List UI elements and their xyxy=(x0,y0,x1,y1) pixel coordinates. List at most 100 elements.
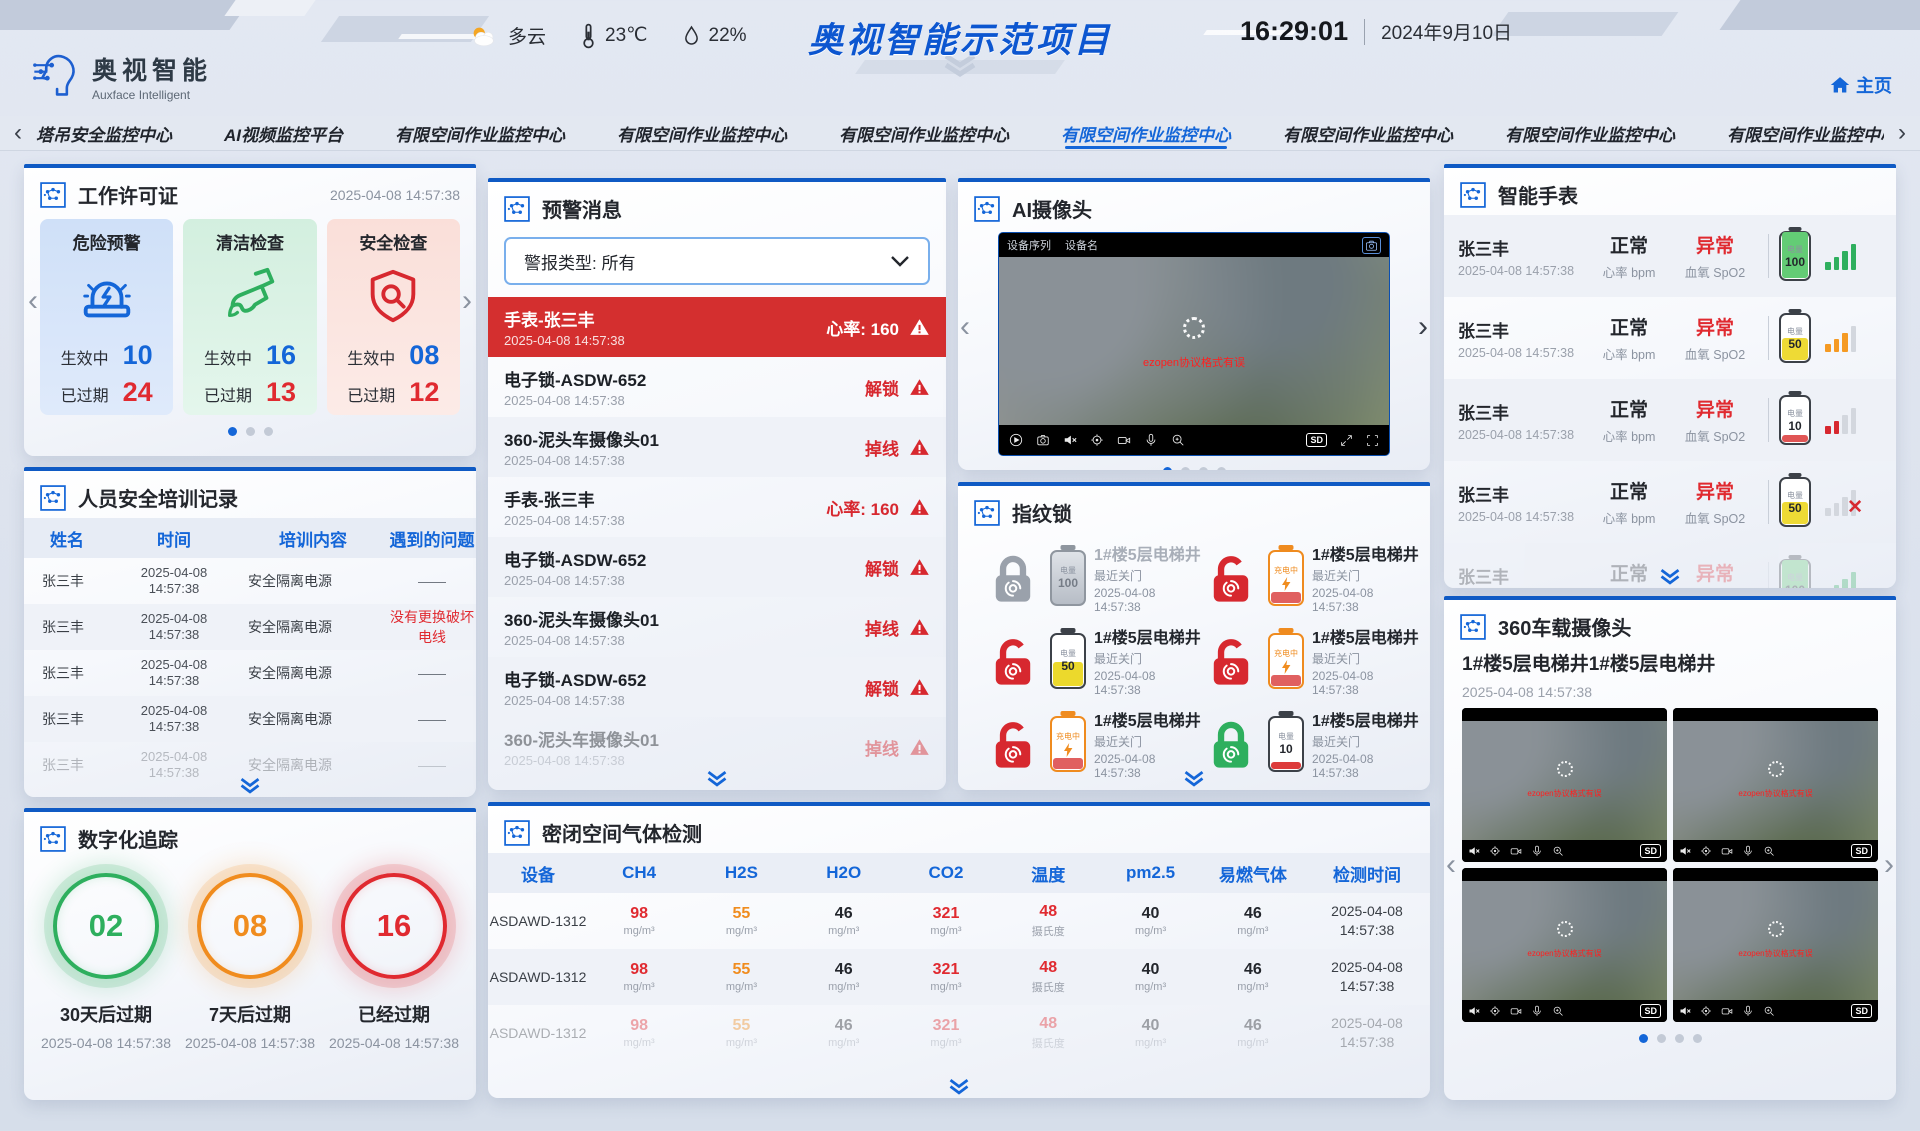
gas-table-row[interactable]: ASDAWD-1312 98mg/m³55mg/m³46mg/m³321mg/m… xyxy=(488,1005,1430,1061)
mute-button[interactable] xyxy=(1679,1005,1691,1017)
alert-item[interactable]: 手表-张三丰 2025-04-08 14:57:38 心率: 160 xyxy=(488,477,946,537)
carousel-dot[interactable] xyxy=(1199,467,1208,470)
fingerprint-lock-item[interactable]: 充电中 1#楼5层电梯井 最近关门 2025-04-08 14:57:38 xyxy=(1202,541,1420,614)
vehicle-camera-tile[interactable]: ezopen协议格式有误 SD xyxy=(1673,868,1878,1022)
expand-more-button[interactable] xyxy=(946,1078,972,1095)
watch-row[interactable]: 张三丰 2025-04-08 14:57:38 正常 心率 bpm 异常 血氧 … xyxy=(1444,215,1896,297)
carousel-next-arrow[interactable]: › xyxy=(1418,312,1428,342)
alert-item[interactable]: 360-泥头车摄像头01 2025-04-08 14:57:38 掉线 xyxy=(488,597,946,657)
mute-button[interactable] xyxy=(1679,845,1691,857)
record-button[interactable] xyxy=(1117,433,1131,447)
permit-card[interactable]: 清洁检查 生效中16 已过期13 xyxy=(183,219,316,415)
carousel-next-arrow[interactable]: › xyxy=(1884,850,1894,880)
gas-table-row[interactable]: ASDAWD-1312 98mg/m³55mg/m³46mg/m³321mg/m… xyxy=(488,893,1430,949)
zoom-button[interactable] xyxy=(1552,845,1564,857)
mic-button[interactable] xyxy=(1144,433,1158,447)
vehicle-camera-tile[interactable]: ezopen协议格式有误 SD xyxy=(1462,868,1667,1022)
ai-camera-player[interactable]: 设备序列 设备名 ezopen协议格式有误 xyxy=(999,233,1389,455)
record-button[interactable] xyxy=(1721,845,1733,857)
nav-tab[interactable]: AI视频监控平台 xyxy=(224,116,343,150)
watch-row[interactable]: 张三丰 2025-04-08 14:57:38 正常 心率 bpm 异常 血氧 … xyxy=(1444,379,1896,461)
permit-card[interactable]: 危险预警 生效中10 已过期24 xyxy=(40,219,173,415)
nav-scroll-left[interactable]: ‹ xyxy=(0,118,36,148)
watch-row[interactable]: 张三丰 2025-04-08 14:57:38 正常 心率 bpm 异常 血氧 … xyxy=(1444,297,1896,379)
watch-row[interactable]: 张三丰 2025-04-08 14:57:38 正常 心率 bpm 异常 血氧 … xyxy=(1444,461,1896,543)
carousel-dot[interactable] xyxy=(264,427,273,436)
record-button[interactable] xyxy=(1721,1005,1733,1017)
training-table-row[interactable]: 张三丰 2025-04-0814:57:38 安全隔离电源 没有更换破坏电线 xyxy=(24,604,476,650)
carousel-dot[interactable] xyxy=(246,427,255,436)
fingerprint-lock-item[interactable]: 电量 100 1#楼5层电梯井 最近关门 2025-04-08 14:57:38 xyxy=(984,541,1202,614)
expand-more-button[interactable] xyxy=(237,777,263,794)
carousel-prev-arrow[interactable]: ‹ xyxy=(960,312,970,342)
carousel-dot[interactable] xyxy=(1181,467,1190,470)
carousel-dot[interactable] xyxy=(1693,1034,1702,1043)
alert-item[interactable]: 电子锁-ASDW-652 2025-04-08 14:57:38 解锁 xyxy=(488,657,946,717)
training-table-row[interactable]: 张三丰 2025-04-0814:57:38 安全隔离电源 —— xyxy=(24,558,476,604)
ptz-button[interactable] xyxy=(1489,845,1501,857)
nav-tab[interactable]: 有限空间作业监控中心 xyxy=(839,116,1009,150)
snapshot-button[interactable] xyxy=(1362,237,1381,254)
training-table-row[interactable]: 张三丰 2025-04-0814:57:38 安全隔离电源 —— xyxy=(24,696,476,742)
carousel-dot[interactable] xyxy=(1675,1034,1684,1043)
zoom-button[interactable] xyxy=(1763,845,1775,857)
carousel-next-arrow[interactable]: › xyxy=(462,286,472,316)
mic-button[interactable] xyxy=(1531,845,1543,857)
carousel-dot[interactable] xyxy=(1657,1034,1666,1043)
nav-tab[interactable]: 有限空间作业监控中心 xyxy=(395,116,565,150)
ptz-button[interactable] xyxy=(1700,845,1712,857)
carousel-prev-arrow[interactable]: ‹ xyxy=(1446,850,1456,880)
resize-button[interactable] xyxy=(1340,434,1353,447)
sd-quality-button[interactable]: SD xyxy=(1851,1004,1872,1018)
gas-table-row[interactable]: ASDAWD-1312 98mg/m³55mg/m³46mg/m³321mg/m… xyxy=(488,949,1430,1005)
training-table-row[interactable]: 张三丰 2025-04-0814:57:38 安全隔离电源 —— xyxy=(24,650,476,696)
alert-item[interactable]: 360-泥头车摄像头01 2025-04-08 14:57:38 掉线 xyxy=(488,417,946,477)
ptz-button[interactable] xyxy=(1090,433,1104,447)
expand-more-button[interactable] xyxy=(704,770,730,787)
mute-button[interactable] xyxy=(1468,845,1480,857)
mute-button[interactable] xyxy=(1468,1005,1480,1017)
ptz-button[interactable] xyxy=(1489,1005,1501,1017)
sd-quality-button[interactable]: SD xyxy=(1851,844,1872,858)
nav-tab[interactable]: 有限空间作业监控中心 xyxy=(1727,116,1884,150)
fingerprint-lock-item[interactable]: 充电中 1#楼5层电梯井 最近关门 2025-04-08 14:57:38 xyxy=(984,707,1202,780)
alert-item[interactable]: 手表-张三丰 2025-04-08 14:57:38 心率: 160 xyxy=(488,297,946,357)
record-button[interactable] xyxy=(1510,1005,1522,1017)
alert-item[interactable]: 360-泥头车摄像头01 2025-04-08 14:57:38 掉线 xyxy=(488,717,946,777)
nav-tab[interactable]: 有限空间作业监控中心 xyxy=(1505,116,1675,150)
permit-card[interactable]: 安全检查 生效中08 已过期12 xyxy=(327,219,460,415)
mic-button[interactable] xyxy=(1531,1005,1543,1017)
sd-quality-button[interactable]: SD xyxy=(1640,844,1661,858)
ptz-button[interactable] xyxy=(1700,1005,1712,1017)
snapshot-camera-button[interactable] xyxy=(1036,433,1050,447)
expand-more-button[interactable] xyxy=(1657,568,1683,585)
zoom-button[interactable] xyxy=(1763,1005,1775,1017)
nav-tab[interactable]: 有限空间作业监控中心 xyxy=(617,116,787,150)
play-button[interactable] xyxy=(1009,433,1023,447)
mic-button[interactable] xyxy=(1742,1005,1754,1017)
nav-tab[interactable]: 有限空间作业监控中心 xyxy=(1061,116,1231,150)
mute-button[interactable] xyxy=(1063,433,1077,447)
carousel-dot[interactable] xyxy=(1217,467,1226,470)
fingerprint-lock-item[interactable]: 充电中 1#楼5层电梯井 最近关门 2025-04-08 14:57:38 xyxy=(1202,624,1420,697)
record-button[interactable] xyxy=(1510,845,1522,857)
sd-quality-button[interactable]: SD xyxy=(1306,433,1327,447)
expand-more-button[interactable] xyxy=(1181,770,1207,787)
vehicle-camera-tile[interactable]: ezopen协议格式有误 SD xyxy=(1462,708,1667,862)
fingerprint-lock-item[interactable]: 电量 10 1#楼5层电梯井 最近关门 2025-04-08 14:57:38 xyxy=(1202,707,1420,780)
home-button[interactable]: 主页 xyxy=(1830,72,1892,98)
vehicle-camera-tile[interactable]: ezopen协议格式有误 SD xyxy=(1673,708,1878,862)
fingerprint-lock-item[interactable]: 电量 50 1#楼5层电梯井 最近关门 2025-04-08 14:57:38 xyxy=(984,624,1202,697)
alert-type-select[interactable]: 警报类型: 所有 xyxy=(504,237,930,285)
carousel-prev-arrow[interactable]: ‹ xyxy=(28,286,38,316)
alert-item[interactable]: 电子锁-ASDW-652 2025-04-08 14:57:38 解锁 xyxy=(488,537,946,597)
sd-quality-button[interactable]: SD xyxy=(1640,1004,1661,1018)
carousel-dot[interactable] xyxy=(1163,467,1172,470)
fullscreen-button[interactable] xyxy=(1366,434,1379,447)
nav-tab[interactable]: 塔吊安全监控中心 xyxy=(36,116,172,150)
carousel-dot[interactable] xyxy=(1639,1034,1648,1043)
zoom-button[interactable] xyxy=(1171,433,1185,447)
nav-scroll-right[interactable]: › xyxy=(1884,118,1920,148)
mic-button[interactable] xyxy=(1742,845,1754,857)
alert-item[interactable]: 电子锁-ASDW-652 2025-04-08 14:57:38 解锁 xyxy=(488,357,946,417)
